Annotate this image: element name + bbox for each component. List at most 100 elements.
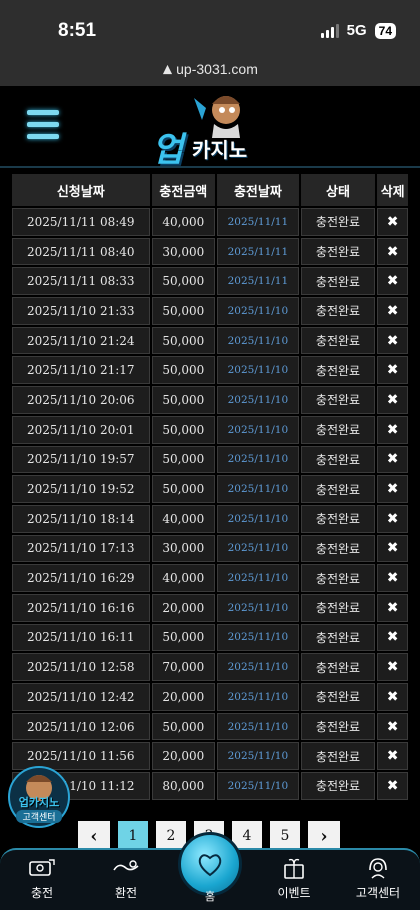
col-charged-date: 충전날짜	[217, 174, 299, 206]
cell-status: 충전완료	[300, 683, 376, 711]
cell-charged-date: 2025/11/10	[217, 356, 299, 385]
cell-amount: 30,000	[151, 237, 216, 266]
cell-charged-date: 2025/11/10	[217, 475, 299, 503]
deposit-history-table: 신청날짜 충전금액 충전날짜 상태 삭제 2025/11/11 08:49 40,…	[10, 172, 410, 802]
cell-status: 충전완료	[300, 475, 376, 503]
cell-charged-date: 2025/11/10	[217, 386, 299, 414]
delete-icon[interactable]: ✖	[377, 712, 408, 741]
customer-center-float-button[interactable]: 업카지노 고객센터	[8, 764, 70, 830]
menu-icon[interactable]	[27, 110, 59, 140]
cell-status: 충전완료	[300, 267, 376, 296]
delete-icon[interactable]: ✖	[377, 653, 408, 681]
delete-icon[interactable]: ✖	[377, 415, 408, 444]
cell-amount: 50,000	[151, 415, 216, 444]
table-row: 2025/11/11 08:49 40,000 2025/11/11 충전완료 ✖	[12, 208, 408, 236]
cell-amount: 50,000	[151, 267, 216, 296]
float-badge-title: 업카지노	[18, 796, 60, 809]
cell-charged-date: 2025/11/11	[217, 237, 299, 266]
next-page-button[interactable]: ›	[308, 821, 340, 851]
cell-amount: 80,000	[151, 772, 216, 800]
nav-withdraw[interactable]: 환전	[86, 856, 166, 901]
table-row: 2025/11/10 21:33 50,000 2025/11/10 충전완료 ✖	[12, 297, 408, 325]
withdraw-icon	[113, 860, 139, 871]
browser-url-bar[interactable]: up-3031.com	[0, 56, 420, 86]
logo-text-sub: 카지노	[192, 138, 248, 162]
cell-requested-date: 2025/11/10 20:06	[12, 386, 150, 414]
cell-status: 충전완료	[300, 326, 376, 355]
signal-icon	[320, 23, 339, 38]
cell-charged-date: 2025/11/10	[217, 653, 299, 681]
table-row: 2025/11/10 16:16 20,000 2025/11/10 충전완료 ✖	[12, 593, 408, 622]
url-text: up-3031.com	[176, 61, 258, 77]
page-5-button[interactable]: 5	[270, 821, 300, 851]
page-2-button[interactable]: 2	[156, 821, 186, 851]
cell-amount: 50,000	[151, 445, 216, 474]
cell-requested-date: 2025/11/10 20:01	[12, 415, 150, 444]
delete-icon[interactable]: ✖	[377, 593, 408, 622]
cell-requested-date: 2025/11/10 18:14	[12, 504, 150, 533]
table-row: 2025/11/11 08:33 50,000 2025/11/11 충전완료 ✖	[12, 267, 408, 296]
nav-customer-center[interactable]: 고객센터	[338, 856, 418, 901]
prev-page-button[interactable]: ‹	[78, 821, 110, 851]
cell-charged-date: 2025/11/10	[217, 445, 299, 474]
cell-requested-date: 2025/11/10 19:57	[12, 445, 150, 474]
table-row: 2025/11/10 17:13 30,000 2025/11/10 충전완료 ✖	[12, 534, 408, 563]
cell-requested-date: 2025/11/11 08:49	[12, 208, 150, 236]
table-row: 2025/11/10 18:14 40,000 2025/11/10 충전완료 ✖	[12, 504, 408, 533]
col-amount: 충전금액	[151, 174, 216, 206]
table-row: 2025/11/10 16:29 40,000 2025/11/10 충전완료 ✖	[12, 564, 408, 592]
cell-charged-date: 2025/11/11	[217, 208, 299, 236]
cell-amount: 50,000	[151, 326, 216, 355]
delete-icon[interactable]: ✖	[377, 297, 408, 325]
cell-amount: 50,000	[151, 297, 216, 325]
delete-icon[interactable]: ✖	[377, 237, 408, 266]
table-row: 2025/11/10 20:01 50,000 2025/11/10 충전완료 ✖	[12, 415, 408, 444]
cell-status: 충전완료	[300, 772, 376, 800]
delete-icon[interactable]: ✖	[377, 564, 408, 592]
cell-status: 충전완료	[300, 534, 376, 563]
headset-icon	[369, 858, 387, 879]
delete-icon[interactable]: ✖	[377, 445, 408, 474]
delete-icon[interactable]: ✖	[377, 623, 408, 652]
delete-icon[interactable]: ✖	[377, 356, 408, 385]
cell-charged-date: 2025/11/10	[217, 415, 299, 444]
delete-icon[interactable]: ✖	[377, 534, 408, 563]
cell-charged-date: 2025/11/11	[217, 267, 299, 296]
nav-event[interactable]: 이벤트	[254, 856, 334, 901]
delete-icon[interactable]: ✖	[377, 326, 408, 355]
nav-event-label: 이벤트	[277, 886, 311, 900]
page-1-button[interactable]: 1	[118, 821, 148, 851]
cell-charged-date: 2025/11/10	[217, 326, 299, 355]
cell-charged-date: 2025/11/10	[217, 623, 299, 652]
table-row: 2025/11/10 11:12 80,000 2025/11/10 충전완료 ✖	[12, 772, 408, 800]
delete-icon[interactable]: ✖	[377, 504, 408, 533]
cell-charged-date: 2025/11/10	[217, 534, 299, 563]
cell-charged-date: 2025/11/10	[217, 772, 299, 800]
battery-icon: 74	[374, 22, 396, 39]
table-row: 2025/11/10 16:11 50,000 2025/11/10 충전완료 ✖	[12, 623, 408, 652]
cell-requested-date: 2025/11/11 08:40	[12, 237, 150, 266]
cell-amount: 20,000	[151, 742, 216, 771]
nav-home-label: 홈	[204, 890, 216, 903]
cell-amount: 40,000	[151, 564, 216, 592]
cell-requested-date: 2025/11/10 16:11	[12, 623, 150, 652]
nav-home-button[interactable]	[178, 832, 242, 896]
cell-status: 충전완료	[300, 356, 376, 385]
delete-icon[interactable]: ✖	[377, 475, 408, 503]
delete-icon[interactable]: ✖	[377, 683, 408, 711]
delete-icon[interactable]: ✖	[377, 267, 408, 296]
cell-charged-date: 2025/11/10	[217, 504, 299, 533]
cell-charged-date: 2025/11/10	[217, 683, 299, 711]
heart-home-icon	[198, 854, 222, 877]
site-logo[interactable]: 업 카지노	[148, 90, 276, 170]
cell-amount: 50,000	[151, 356, 216, 385]
delete-icon[interactable]: ✖	[377, 386, 408, 414]
cell-requested-date: 2025/11/11 08:33	[12, 267, 150, 296]
delete-icon[interactable]: ✖	[377, 742, 408, 771]
delete-icon[interactable]: ✖	[377, 208, 408, 236]
nav-deposit[interactable]: 충전	[2, 856, 82, 901]
cell-amount: 20,000	[151, 593, 216, 622]
delete-icon[interactable]: ✖	[377, 772, 408, 800]
table-row: 2025/11/10 12:06 50,000 2025/11/10 충전완료 ✖	[12, 712, 408, 741]
cell-charged-date: 2025/11/10	[217, 564, 299, 592]
